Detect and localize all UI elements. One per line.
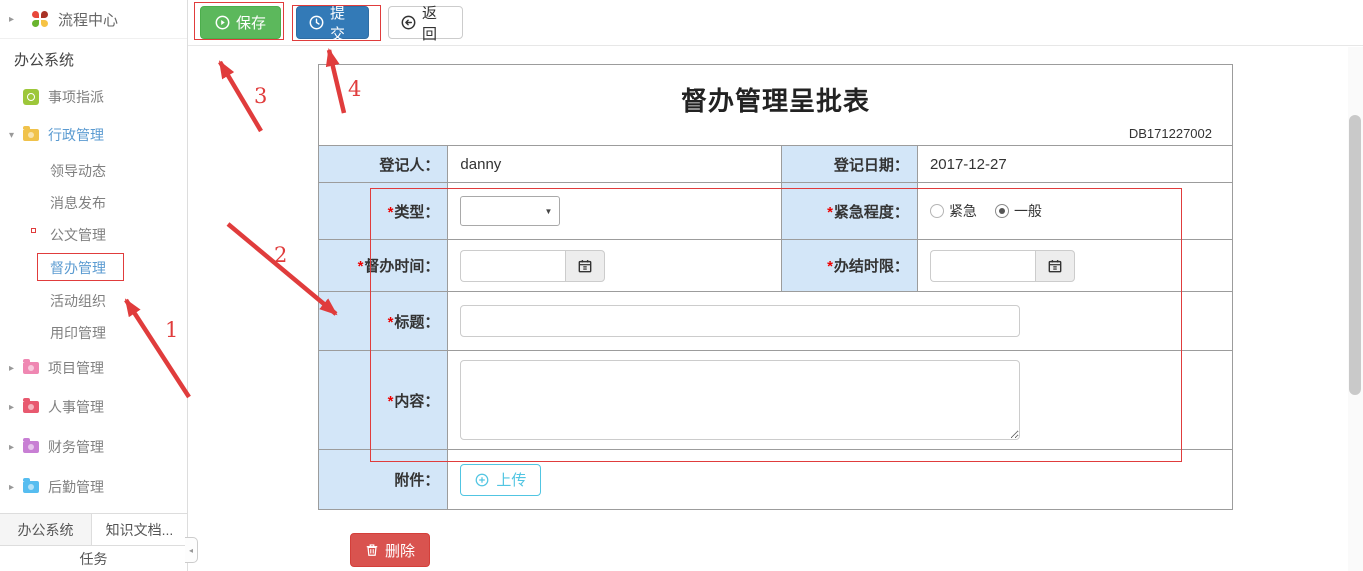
supervise-time-group	[460, 250, 605, 282]
arrow-left-circle-icon	[401, 15, 416, 30]
sidebar-item-label: 活动组织	[50, 291, 106, 311]
sidebar-item-activity-org[interactable]: 活动组织	[0, 286, 187, 316]
radio-icon	[930, 204, 944, 218]
clock-icon	[309, 15, 324, 30]
chevron-right-icon: ▸	[9, 363, 23, 374]
radio-checked-icon	[995, 204, 1009, 218]
sidebar-item-label: 项目管理	[48, 358, 104, 378]
calendar-icon	[578, 259, 592, 273]
finish-deadline-group	[930, 250, 1075, 282]
type-select[interactable]: ▼	[460, 196, 560, 226]
chevron-right-icon: ▸	[9, 402, 23, 413]
approval-form-table: 督办管理呈批表 DB171227002 登记人： danny 登记日期： 201…	[318, 64, 1233, 510]
form-title: 督办管理呈批表	[319, 81, 1232, 118]
chevron-right-icon: ▸	[9, 442, 23, 453]
urgency-label: *紧急程度：	[781, 183, 917, 240]
tab-knowledge-docs[interactable]: 知识文档...	[92, 514, 187, 545]
delete-button[interactable]: 删除	[350, 533, 430, 567]
content-label: *内容：	[319, 351, 448, 450]
chevron-down-icon: ▾	[9, 130, 23, 141]
finish-deadline-calendar-button[interactable]	[1035, 250, 1075, 282]
content-textarea[interactable]	[460, 360, 1020, 440]
sidebar-item-label: 事项指派	[48, 87, 104, 107]
trash-icon	[365, 543, 379, 557]
sidebar-item-message-publish[interactable]: 消息发布	[0, 188, 187, 218]
sidebar-item-label: 领导动态	[50, 161, 106, 181]
sidebar-item-label: 后勤管理	[48, 477, 104, 497]
folder-icon	[23, 481, 39, 493]
tab-office-system[interactable]: 办公系统	[0, 514, 92, 545]
finish-deadline-input[interactable]	[930, 250, 1035, 282]
upload-button[interactable]: 上传	[460, 464, 541, 496]
plus-circle-icon	[475, 473, 489, 487]
sidebar-item-label: 流程中心	[58, 9, 118, 30]
annotation-number-3: 3	[254, 84, 267, 108]
folder-icon	[23, 441, 39, 453]
sidebar-item-label: 公文管理	[50, 225, 106, 245]
folder-icon	[23, 129, 39, 141]
vertical-scrollbar	[1348, 47, 1363, 571]
radio-normal[interactable]: 一般	[995, 201, 1042, 221]
attachment-label: 附件：	[319, 450, 448, 510]
back-button[interactable]: 返回	[388, 6, 463, 39]
chevron-right-icon: ▸	[9, 14, 23, 25]
folder-icon	[23, 401, 39, 413]
sidebar-item-label: 用印管理	[50, 323, 106, 343]
calendar-icon	[1048, 259, 1062, 273]
play-circle-icon	[215, 15, 230, 30]
process-center-icon	[32, 11, 48, 27]
sidebar-bottom-tabs: 办公系统 知识文档...	[0, 513, 187, 545]
type-label: *类型：	[319, 183, 448, 240]
title-label: *标题：	[319, 292, 448, 351]
folder-icon	[23, 362, 39, 374]
supervise-time-calendar-button[interactable]	[565, 250, 605, 282]
tab-tasks[interactable]: 任务	[0, 545, 187, 571]
delete-button-label: 删除	[385, 540, 415, 561]
sidebar-item-label: 行政管理	[48, 125, 104, 145]
sidebar-item-label: 督办管理	[50, 258, 106, 278]
sidebar-item-label: 财务管理	[48, 437, 104, 457]
sidebar-item-project-mgmt[interactable]: ▸ 项目管理	[0, 353, 187, 383]
sidebar-item-doc-mgmt[interactable]: 公文管理	[0, 220, 187, 250]
caret-down-icon: ▼	[545, 207, 553, 216]
scrollbar-thumb[interactable]	[1349, 115, 1361, 395]
sidebar-item-admin-mgmt[interactable]: ▾ 行政管理	[0, 120, 187, 150]
sidebar-collapse-handle[interactable]: ◂	[185, 537, 198, 563]
save-button[interactable]: 保存	[200, 6, 281, 39]
sidebar-item-hr-mgmt[interactable]: ▸ 人事管理	[0, 392, 187, 422]
title-input[interactable]	[460, 305, 1020, 337]
save-button-label: 保存	[236, 12, 266, 33]
sidebar-item-logistics-mgmt[interactable]: ▸ 后勤管理	[0, 472, 187, 502]
chevron-right-icon: ▸	[9, 482, 23, 493]
sidebar-item-finance-mgmt[interactable]: ▸ 财务管理	[0, 432, 187, 462]
registrant-value: danny	[448, 146, 781, 183]
supervise-time-input[interactable]	[460, 250, 565, 282]
sidebar-item-label: 消息发布	[50, 193, 106, 213]
urgency-radio-group: 紧急 一般	[930, 201, 1232, 221]
sidebar-section-title: 办公系统	[14, 49, 74, 70]
doc-number: DB171227002	[319, 126, 1232, 141]
sidebar-item-task-assign[interactable]: 事项指派	[0, 82, 187, 112]
supervise-time-label: *督办时间：	[319, 240, 448, 292]
radio-urgent[interactable]: 紧急	[930, 201, 977, 221]
sidebar: ▸ 流程中心 办公系统 事项指派 ▾ 行政管理 领导动态 消息发布 公文管理 督…	[0, 0, 188, 571]
upload-button-label: 上传	[496, 469, 526, 490]
sidebar-item-supervise-mgmt[interactable]: 督办管理	[0, 253, 187, 283]
task-assign-icon	[23, 89, 39, 105]
toolbar: 保存 提交 返回	[188, 0, 1363, 46]
submit-button-label: 提交	[330, 2, 356, 44]
sidebar-item-leader-news[interactable]: 领导动态	[0, 156, 187, 186]
sidebar-item-process-center[interactable]: ▸ 流程中心	[0, 0, 187, 39]
sidebar-item-label: 人事管理	[48, 397, 104, 417]
app-window: ▸ 流程中心 办公系统 事项指派 ▾ 行政管理 领导动态 消息发布 公文管理 督…	[0, 0, 1363, 571]
registrant-label: 登记人：	[319, 146, 448, 183]
submit-button[interactable]: 提交	[296, 6, 369, 39]
back-button-label: 返回	[422, 2, 450, 44]
sidebar-item-seal-mgmt[interactable]: 用印管理	[0, 318, 187, 348]
annotation-number-2: 2	[274, 243, 287, 267]
finish-deadline-label: *办结时限：	[781, 240, 917, 292]
register-date-value: 2017-12-27	[917, 146, 1232, 183]
register-date-label: 登记日期：	[781, 146, 917, 183]
